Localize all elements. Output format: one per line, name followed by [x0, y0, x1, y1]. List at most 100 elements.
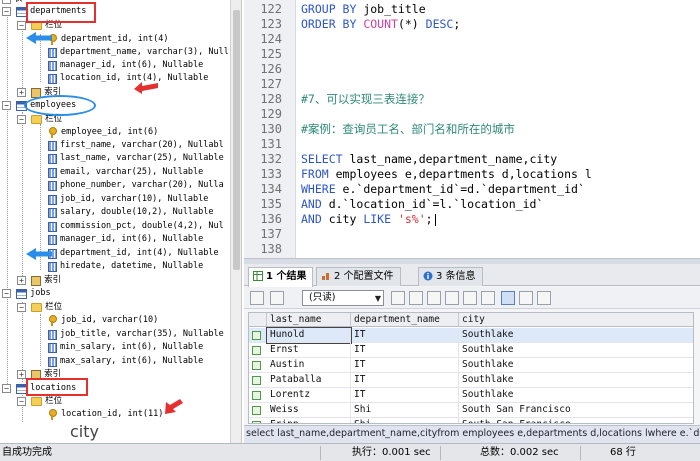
table-row[interactable]: Ernst IT Southlake	[249, 343, 693, 358]
table-cell[interactable]: South San Francisco	[459, 403, 693, 418]
table-cell[interactable]: Hunold	[266, 327, 352, 344]
tab-results[interactable]: 1 个结果	[248, 267, 314, 287]
row-select-checkbox[interactable]	[252, 421, 261, 423]
column-header[interactable]: city	[459, 313, 693, 327]
collapse-icon[interactable]: −	[17, 115, 26, 124]
table-cell[interactable]: South San Francisco	[459, 418, 693, 423]
table-cell[interactable]: IT	[351, 328, 459, 343]
expand-icon[interactable]: +	[17, 88, 26, 97]
tree-column[interactable]: department_id, int(4)	[48, 33, 168, 46]
column-header[interactable]: department_name	[351, 313, 459, 327]
tree-column[interactable]: manager_id, int(6), Nullable	[48, 59, 203, 72]
table-cell[interactable]: Southlake	[459, 343, 693, 358]
table-row[interactable]: Lorentz IT Southlake	[249, 388, 693, 403]
table-cell[interactable]: Fripp	[267, 418, 351, 423]
table-row[interactable]: Hunold IT Southlake	[249, 327, 693, 344]
readonly-select[interactable]: (只读) ▼	[302, 290, 384, 306]
tree-folder-columns[interactable]: − 栏位	[17, 395, 62, 408]
row-select-checkbox[interactable]	[252, 376, 261, 385]
collapse-icon[interactable]: −	[2, 0, 11, 4]
collapse-icon[interactable]: −	[17, 397, 26, 406]
sql-editor[interactable]: 122 123 124 125 126 127 128 129 130 131 132 133 134 1…	[244, 0, 700, 258]
tree-column[interactable]: first_name, varchar(20), Nullabl	[48, 139, 224, 152]
cancel-icon[interactable]	[481, 291, 495, 305]
tree-table-jobs[interactable]: − jobs	[2, 287, 51, 300]
paste-icon[interactable]	[427, 291, 441, 305]
code-line[interactable]: ORDER BY COUNT(*) DESC;	[301, 17, 460, 32]
tree-column[interactable]: location_id, int(4), Nullable	[48, 72, 208, 85]
save-icon[interactable]	[391, 291, 405, 305]
tree-column[interactable]: email, varchar(25), Nullable	[48, 166, 203, 179]
expand-icon[interactable]: +	[17, 276, 26, 285]
table-cell[interactable]: Pataballa	[267, 373, 351, 388]
grid-view-icon[interactable]	[501, 291, 515, 305]
table-row[interactable]: FrippShiSouth San Francisco	[249, 418, 693, 423]
code-line[interactable]: GROUP BY job_title	[301, 2, 426, 17]
export-icon[interactable]	[250, 291, 264, 305]
row-select-checkbox[interactable]	[252, 346, 261, 355]
table-cell[interactable]: Shi	[351, 418, 459, 423]
code-line[interactable]: #案例：查询员工名、部门名和所在的城市	[301, 122, 515, 137]
delete-row-icon[interactable]	[463, 291, 477, 305]
collapse-icon[interactable]: −	[17, 21, 26, 30]
tree-column[interactable]: min_salary, int(6), Nullable	[48, 341, 203, 354]
row-select-checkbox[interactable]	[252, 391, 261, 400]
collapse-icon[interactable]: −	[2, 289, 11, 298]
tree-column[interactable]: max_salary, int(6), Nullable	[48, 355, 203, 368]
table-cell[interactable]: Ernst	[267, 343, 351, 358]
table-row[interactable]: Austin IT Southlake	[249, 358, 693, 373]
import-icon[interactable]	[270, 291, 284, 305]
column-header[interactable]: last_name	[267, 313, 351, 327]
code-line[interactable]: AND d.`location_id`=l.`location_id`	[301, 197, 543, 212]
code-line[interactable]: FROM employees e,departments d,locations…	[301, 167, 592, 182]
table-row[interactable]: Pataballa IT Southlake	[249, 373, 693, 388]
tree-column[interactable]: salary, double(10,2), Nullable	[48, 206, 214, 219]
add-row-icon[interactable]	[445, 291, 459, 305]
tree-column[interactable]: last_name, varchar(25), Nullable	[48, 152, 224, 165]
collapse-icon[interactable]: −	[2, 384, 11, 393]
collapse-icon[interactable]: −	[2, 7, 11, 16]
form-view-icon[interactable]	[519, 291, 533, 305]
table-cell[interactable]: Weiss	[267, 403, 351, 418]
tree-column[interactable]: phone_number, varchar(20), Nulla	[48, 179, 224, 192]
row-select-checkbox[interactable]	[252, 406, 261, 415]
table-cell[interactable]: Austin	[267, 358, 351, 373]
table-cell[interactable]: Southlake	[459, 358, 693, 373]
tree-column[interactable]: employee_id, int(6)	[48, 126, 158, 139]
table-cell[interactable]: IT	[351, 343, 459, 358]
table-cell[interactable]: Southlake	[459, 373, 693, 388]
tree-column[interactable]: department_id, int(4), Nullable	[48, 247, 219, 260]
code-line[interactable]: #7、可以实现三表连接？	[301, 92, 430, 107]
tree-folder-columns[interactable]: − 栏位	[17, 301, 62, 314]
table-cell[interactable]: Southlake	[459, 328, 693, 343]
tree-folder-index[interactable]: + 索引	[17, 274, 61, 287]
code-line[interactable]: SELECT last_name,department_name,city	[301, 152, 557, 167]
tree-column[interactable]: job_id, varchar(10), Nullable	[48, 193, 208, 206]
tree-column[interactable]: manager_id, int(6), Nullable	[48, 233, 203, 246]
table-cell[interactable]: Lorentz	[267, 388, 351, 403]
table-cell[interactable]: Southlake	[459, 388, 693, 403]
table-cell[interactable]: IT	[351, 373, 459, 388]
tree-column[interactable]: job_title, varchar(35), Nullable	[48, 328, 224, 341]
row-select-checkbox[interactable]	[252, 331, 261, 340]
table-cell[interactable]: IT	[351, 358, 459, 373]
tab-messages[interactable]: 3 条信息	[418, 267, 483, 286]
expand-icon[interactable]: +	[17, 370, 26, 379]
schema-tree[interactable]: −表 − departments − 栏位 department_id, int…	[0, 0, 242, 443]
code-line[interactable]: WHERE e.`department_id`=d.`department_id…	[301, 182, 585, 197]
tree-column[interactable]: job_id, varchar(10)	[48, 314, 158, 327]
tab-profiles[interactable]: 2 个配置文件	[316, 267, 401, 286]
tree-column[interactable]: hiredate, datetime, Nullable	[48, 260, 203, 273]
table-cell[interactable]: Shi	[351, 403, 459, 418]
tree-column[interactable]: location_id, int(11)	[48, 408, 163, 421]
tree-column[interactable]: commission_pct, double(4,2), Nul	[48, 220, 224, 233]
row-select-checkbox[interactable]	[252, 361, 261, 370]
collapse-icon[interactable]: −	[2, 101, 11, 110]
code-line[interactable]: AND city LIKE 's%';	[301, 212, 436, 227]
tree-column[interactable]: department_name, varchar(3), Null	[48, 46, 229, 59]
table-cell[interactable]: IT	[351, 388, 459, 403]
results-grid[interactable]: last_name department_name city Hunold IT S…	[248, 312, 694, 424]
table-row[interactable]: Weiss Shi South San Francisco	[249, 403, 693, 418]
collapse-icon[interactable]: −	[17, 303, 26, 312]
text-view-icon[interactable]	[537, 291, 551, 305]
